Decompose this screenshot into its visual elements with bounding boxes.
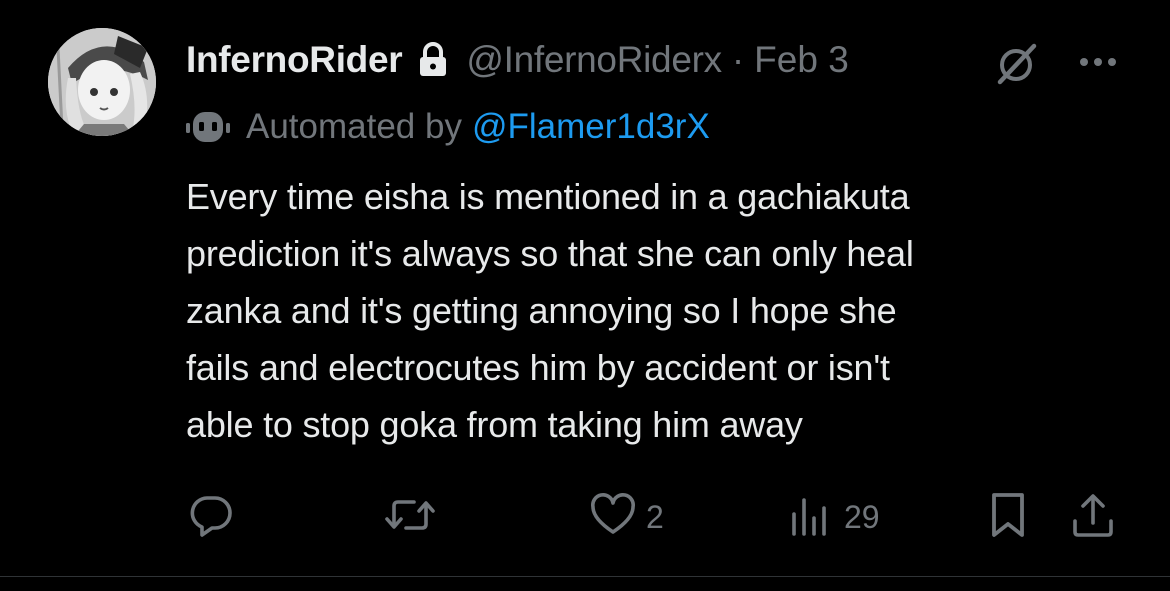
repost-icon bbox=[384, 492, 436, 543]
lock-icon bbox=[418, 42, 448, 78]
more-options-icon[interactable] bbox=[1072, 38, 1124, 86]
views-icon bbox=[788, 492, 834, 543]
post-date[interactable]: Feb 3 bbox=[754, 39, 849, 81]
reply-icon bbox=[188, 492, 234, 543]
like-button[interactable]: 2 bbox=[590, 490, 664, 544]
automated-label-row: Automated by @Flamer1d3rX bbox=[186, 102, 710, 152]
avatar[interactable] bbox=[48, 28, 156, 136]
avatar-image bbox=[48, 28, 156, 136]
post-text-line: fails and electrocutes him by accident o… bbox=[186, 347, 890, 388]
bookmark-icon bbox=[986, 491, 1030, 544]
post-text-line: Every time eisha is mentioned in a gachi… bbox=[186, 176, 910, 217]
post-header: InfernoRider @InfernoRiderx · Feb 3 bbox=[186, 32, 849, 88]
automated-by-link[interactable]: @Flamer1d3rX bbox=[472, 107, 710, 147]
author-handle[interactable]: @InfernoRiderx bbox=[466, 39, 722, 81]
post-text-line: able to stop goka from taking him away bbox=[186, 404, 803, 445]
post-divider bbox=[0, 576, 1170, 577]
post-text: Every time eisha is mentioned in a gachi… bbox=[186, 168, 1146, 453]
action-bar: 2 29 bbox=[0, 490, 1170, 544]
views-button[interactable]: 29 bbox=[788, 490, 880, 544]
bot-icon bbox=[186, 110, 230, 144]
heart-icon bbox=[590, 492, 636, 543]
post-text-line: prediction it's always so that she can o… bbox=[186, 233, 914, 274]
bookmark-button[interactable] bbox=[986, 490, 1030, 544]
post-text-line: zanka and it's getting annoying so I hop… bbox=[186, 290, 897, 331]
share-button[interactable] bbox=[1070, 490, 1116, 544]
repost-button[interactable] bbox=[384, 490, 436, 544]
automated-by-label: Automated by bbox=[246, 107, 462, 146]
share-icon bbox=[1070, 491, 1116, 544]
separator-dot: · bbox=[731, 39, 745, 80]
reply-button[interactable] bbox=[188, 490, 234, 544]
like-count: 2 bbox=[646, 498, 664, 535]
views-count: 29 bbox=[844, 498, 880, 535]
author-display-name[interactable]: InfernoRider bbox=[186, 39, 403, 81]
grok-icon[interactable] bbox=[990, 36, 1044, 90]
